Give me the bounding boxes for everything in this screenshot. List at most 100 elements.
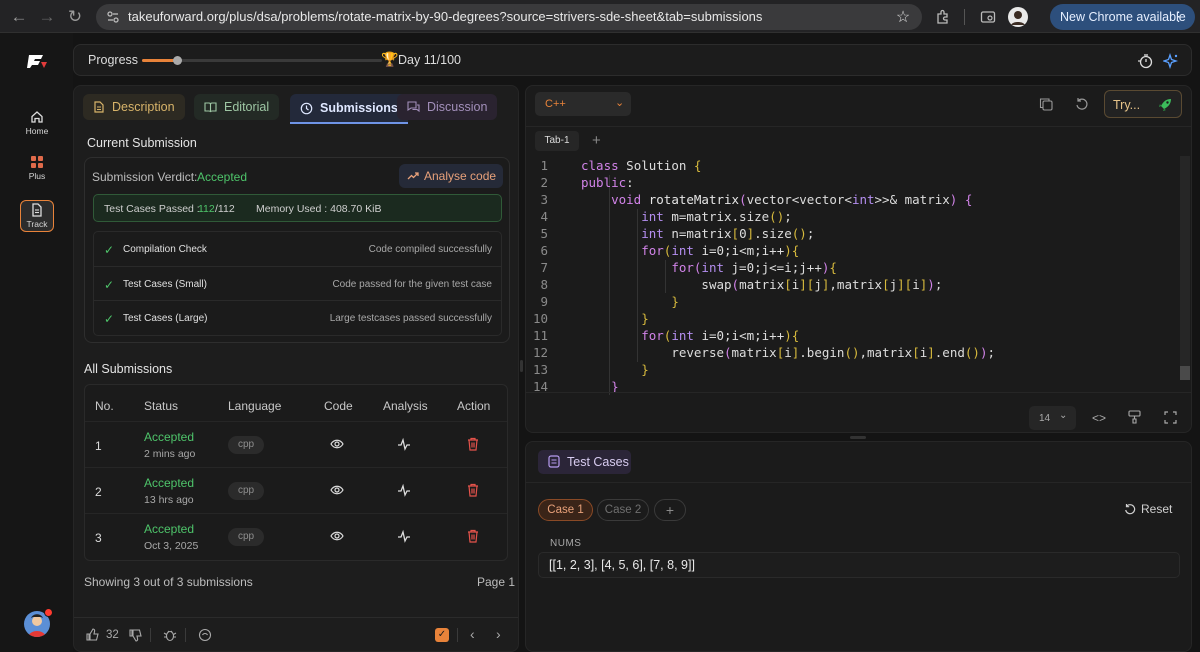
toolbar-divider [964, 9, 965, 25]
back-icon[interactable]: ← [8, 6, 30, 28]
chevron-down-icon: ⌄ [615, 97, 625, 109]
tab-description[interactable]: Description [83, 94, 185, 120]
bookmark-star-icon[interactable]: ☆ [894, 8, 912, 26]
thumbs-down-icon[interactable] [129, 628, 143, 642]
code-line: class Solution { [581, 158, 702, 173]
tab-discussion[interactable]: Discussion [397, 94, 498, 120]
current-submission-card: Submission Verdict: Accepted Analyse cod… [84, 157, 510, 343]
analyse-code-label: Analyse code [424, 169, 497, 183]
check-name: Compilation Check [123, 244, 207, 255]
font-size-value: 14 [1039, 413, 1051, 424]
fullscreen-icon[interactable] [1162, 409, 1178, 425]
address-bar[interactable]: takeuforward.org/plus/dsa/problems/rotat… [96, 4, 922, 30]
check-icon: ✓ [104, 243, 115, 257]
discuss-bubble-icon[interactable] [198, 628, 212, 642]
vertical-resize-handle[interactable] [520, 360, 523, 372]
prev-problem-icon[interactable]: ‹ [470, 626, 475, 642]
analyse-code-button[interactable]: Analyse code [399, 164, 503, 188]
scrollbar-thumb[interactable] [1180, 366, 1190, 380]
forward-icon[interactable]: → [36, 6, 58, 28]
nums-value[interactable]: [[1, 2, 3], [4, 5, 6], [7, 8, 9]] [549, 558, 695, 572]
row-number: 2 [95, 485, 102, 499]
check-row: ✓ Test Cases (Large) Large testcases pas… [94, 300, 501, 334]
param-label: NUMS [550, 538, 582, 549]
thumbs-up-icon[interactable] [86, 628, 100, 642]
tuf-logo-icon[interactable] [27, 53, 49, 69]
analysis-pulse-icon[interactable] [397, 483, 411, 497]
chat-icon [407, 101, 420, 113]
case-label: Case 2 [604, 504, 642, 516]
analysis-pulse-icon[interactable] [397, 529, 411, 543]
reload-icon[interactable]: ↻ [64, 6, 86, 28]
tab-label: Description [112, 100, 175, 114]
tab-editorial[interactable]: Editorial [194, 94, 280, 120]
line-number: 2 [540, 175, 548, 190]
col-header-analysis: Analysis [383, 399, 428, 413]
profile-avatar-icon[interactable] [1008, 7, 1028, 27]
timer-icon[interactable] [1136, 52, 1154, 70]
line-number: 8 [540, 277, 548, 292]
font-size-select[interactable]: 14 ⌄ [1029, 406, 1076, 430]
nums-input[interactable]: [[1, 2, 3], [4, 5, 6], [7, 8, 9]] [538, 552, 1180, 578]
copy-icon[interactable] [1037, 95, 1055, 113]
tab-submissions[interactable]: Submissions [290, 94, 408, 124]
eye-icon[interactable] [330, 438, 344, 450]
case-1-chip[interactable]: Case 1 [538, 499, 593, 521]
line-number: 11 [532, 328, 548, 343]
divider [526, 392, 1191, 393]
code-line: } [641, 311, 649, 326]
reset-code-icon[interactable] [1073, 95, 1091, 113]
col-header-no: No. [95, 399, 114, 413]
update-chrome-button[interactable]: New Chrome available ⋮ [1050, 4, 1195, 30]
progress-knob[interactable] [172, 56, 182, 65]
test-cases-tab[interactable]: Test Cases [538, 450, 631, 474]
footer-divider [457, 628, 458, 642]
delete-trash-icon[interactable] [467, 483, 479, 497]
description-icon [94, 101, 104, 113]
panel-footer: 32 ✓ ‹ › [74, 617, 518, 651]
delete-trash-icon[interactable] [467, 437, 479, 451]
analysis-pulse-icon[interactable] [397, 437, 411, 451]
trend-up-icon [407, 172, 419, 180]
url-text[interactable]: takeuforward.org/plus/dsa/problems/rotat… [128, 9, 762, 24]
update-chrome-label: New Chrome available [1060, 10, 1186, 24]
case-2-chip[interactable]: Case 2 [597, 499, 649, 521]
book-icon [204, 102, 217, 113]
day-counter: Day 11/100 [398, 53, 462, 67]
horizontal-resize-handle[interactable] [850, 436, 866, 439]
eye-icon[interactable] [330, 484, 344, 496]
tab-file-1[interactable]: Tab-1 [535, 131, 579, 151]
language-select[interactable]: C++ ⌄ [535, 92, 631, 116]
home-icon [31, 111, 43, 123]
table-row: 2 Accepted 13 hrs ago cpp [85, 467, 507, 513]
sparkle-ai-icon[interactable] [1162, 52, 1180, 70]
add-case-button[interactable]: + [654, 499, 686, 521]
format-paint-icon[interactable] [1126, 409, 1142, 425]
delete-trash-icon[interactable] [467, 529, 479, 543]
mark-complete-checkbox[interactable]: ✓ [435, 628, 449, 642]
extensions-icon[interactable] [933, 7, 953, 27]
try-run-button[interactable]: Try... [1104, 90, 1182, 118]
check-row: ✓ Compilation Check Code compiled succes… [94, 232, 501, 266]
sidebar-item-plus[interactable]: Plus [20, 153, 54, 187]
line-number: 10 [532, 311, 548, 326]
tab-search-icon[interactable] [978, 7, 998, 27]
col-header-code: Code [324, 399, 353, 413]
site-settings-icon[interactable] [106, 10, 120, 24]
sidebar-item-track[interactable]: Track [20, 200, 54, 232]
col-header-status: Status [144, 399, 179, 413]
menu-dots-icon[interactable]: ⋮ [1172, 9, 1185, 25]
line-number: 4 [540, 209, 548, 224]
bug-report-icon[interactable] [163, 628, 177, 642]
line-number: 5 [540, 226, 548, 241]
showing-count: Showing 3 out of 3 submissions [84, 575, 253, 589]
next-problem-icon[interactable]: › [496, 626, 501, 642]
add-tab-icon[interactable]: + [592, 132, 601, 149]
editor-scrollbar[interactable] [1180, 156, 1190, 380]
eye-icon[interactable] [330, 530, 344, 542]
code-brackets-icon[interactable]: <> [1092, 411, 1106, 425]
sidebar-item-home[interactable]: Home [20, 108, 54, 142]
verdict-label: Submission Verdict: [92, 170, 198, 184]
code-line: for(int j=0;j<=i;j++){ [671, 260, 837, 275]
checks-list: ✓ Compilation Check Code compiled succes… [93, 231, 502, 336]
